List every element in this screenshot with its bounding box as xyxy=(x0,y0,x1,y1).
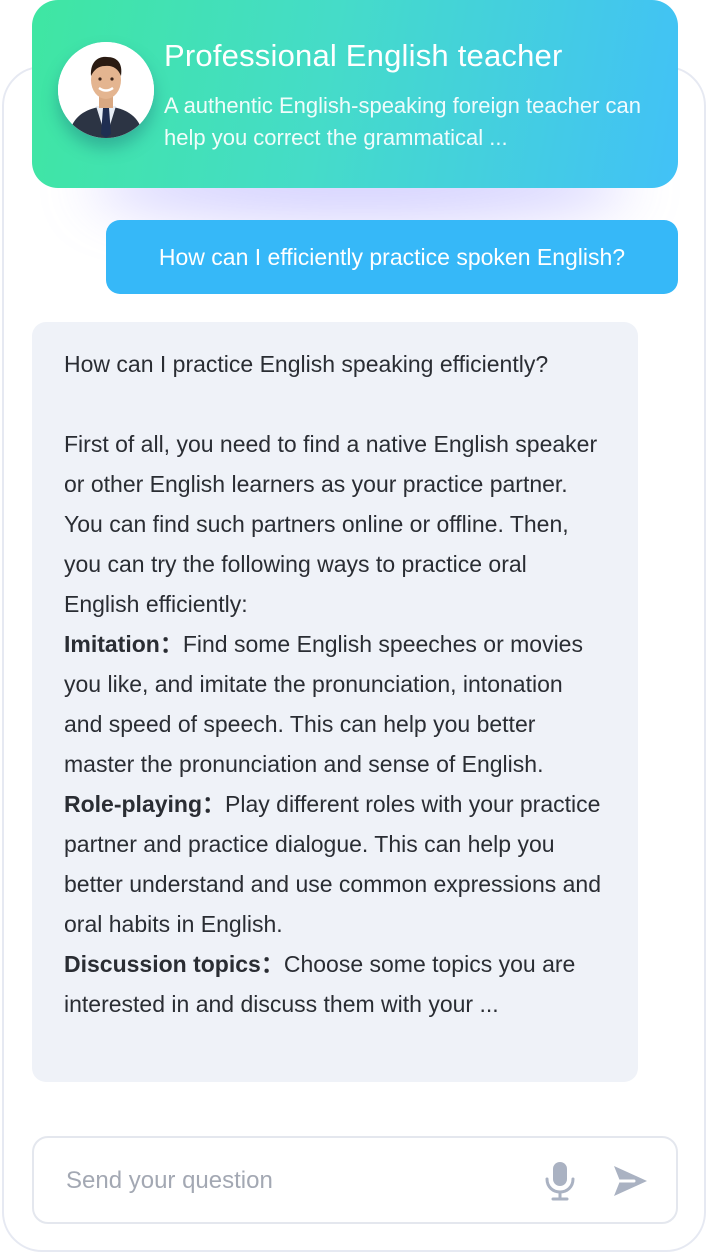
method-role-playing: Role-playing：Play different roles with y… xyxy=(64,784,606,944)
microphone-icon[interactable] xyxy=(542,1160,578,1202)
question-input[interactable] xyxy=(64,1156,538,1206)
teacher-header-card[interactable]: Professional English teacher A authentic… xyxy=(32,0,678,188)
method-term: Imitation： xyxy=(64,631,183,657)
teacher-description: A authentic English-speaking foreign tea… xyxy=(164,93,641,150)
bot-reply-question: How can I practice English speaking effi… xyxy=(64,351,549,377)
bot-reply-bubble: How can I practice English speaking effi… xyxy=(32,322,638,1082)
teacher-title: Professional English teacher xyxy=(164,38,563,73)
user-message-bubble: How can I efficiently practice spoken En… xyxy=(106,220,678,294)
teacher-avatar xyxy=(58,42,154,138)
send-icon[interactable] xyxy=(610,1162,650,1200)
method-term: Discussion topics： xyxy=(64,951,284,977)
message-input-bar xyxy=(32,1136,678,1224)
teacher-portrait-icon xyxy=(58,42,154,138)
method-term: Role-playing： xyxy=(64,791,226,817)
bot-reply-intro: First of all, you need to find a native … xyxy=(64,431,598,617)
method-discussion-topics: Discussion topics：Choose some topics you… xyxy=(64,944,606,1024)
method-imitation: Imitation：Find some English speeches or … xyxy=(64,624,606,784)
